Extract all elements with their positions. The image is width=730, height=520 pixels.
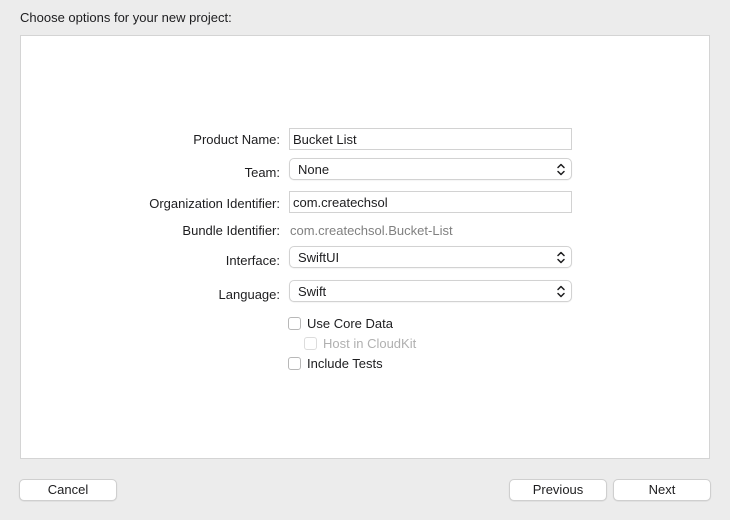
team-row: Team: None bbox=[21, 158, 711, 182]
product-name-label: Product Name: bbox=[193, 132, 280, 147]
language-label: Language: bbox=[218, 287, 280, 302]
interface-row: Interface: SwiftUI bbox=[21, 246, 711, 270]
new-project-options-sheet: Choose options for your new project: Pro… bbox=[0, 0, 730, 520]
host-in-cloudkit-label: Host in CloudKit bbox=[323, 335, 417, 351]
language-popup-value: Swift bbox=[298, 284, 327, 299]
cancel-button[interactable]: Cancel bbox=[19, 479, 117, 501]
organization-identifier-label: Organization Identifier: bbox=[149, 196, 280, 211]
next-button[interactable]: Next bbox=[613, 479, 711, 501]
host-in-cloudkit-option: Host in CloudKit bbox=[304, 334, 416, 352]
up-down-chevron-icon bbox=[557, 163, 565, 176]
use-core-data-option[interactable]: Use Core Data bbox=[288, 314, 393, 332]
up-down-chevron-icon bbox=[557, 285, 565, 298]
use-core-data-checkbox[interactable] bbox=[288, 316, 301, 330]
interface-popup[interactable]: SwiftUI bbox=[289, 246, 572, 268]
team-label: Team: bbox=[244, 165, 280, 180]
product-name-row: Product Name: Bucket List bbox=[21, 128, 711, 152]
previous-button[interactable]: Previous bbox=[509, 479, 607, 501]
up-down-chevron-icon bbox=[557, 251, 565, 264]
include-tests-checkbox[interactable] bbox=[288, 356, 301, 370]
use-core-data-label: Use Core Data bbox=[307, 315, 393, 331]
options-panel: Product Name: Bucket List Team: None Org… bbox=[20, 35, 710, 459]
team-popup[interactable]: None bbox=[289, 158, 572, 180]
team-popup-value: None bbox=[298, 162, 330, 177]
product-name-field[interactable]: Bucket List bbox=[289, 128, 572, 150]
include-tests-label: Include Tests bbox=[307, 355, 383, 371]
bundle-identifier-value: com.createchsol.Bucket-List bbox=[290, 223, 453, 238]
bundle-identifier-label: Bundle Identifier: bbox=[182, 223, 280, 238]
organization-identifier-row: Organization Identifier: com.createchsol bbox=[21, 191, 711, 215]
host-in-cloudkit-checkbox bbox=[304, 336, 317, 350]
include-tests-option[interactable]: Include Tests bbox=[288, 354, 383, 372]
dialog-title: Choose options for your new project: bbox=[20, 10, 232, 25]
bundle-identifier-row: Bundle Identifier: com.createchsol.Bucke… bbox=[21, 219, 711, 243]
interface-popup-value: SwiftUI bbox=[298, 250, 340, 265]
interface-label: Interface: bbox=[225, 253, 280, 268]
organization-identifier-field[interactable]: com.createchsol bbox=[289, 191, 572, 213]
language-row: Language: Swift bbox=[21, 280, 711, 304]
language-popup[interactable]: Swift bbox=[289, 280, 572, 302]
